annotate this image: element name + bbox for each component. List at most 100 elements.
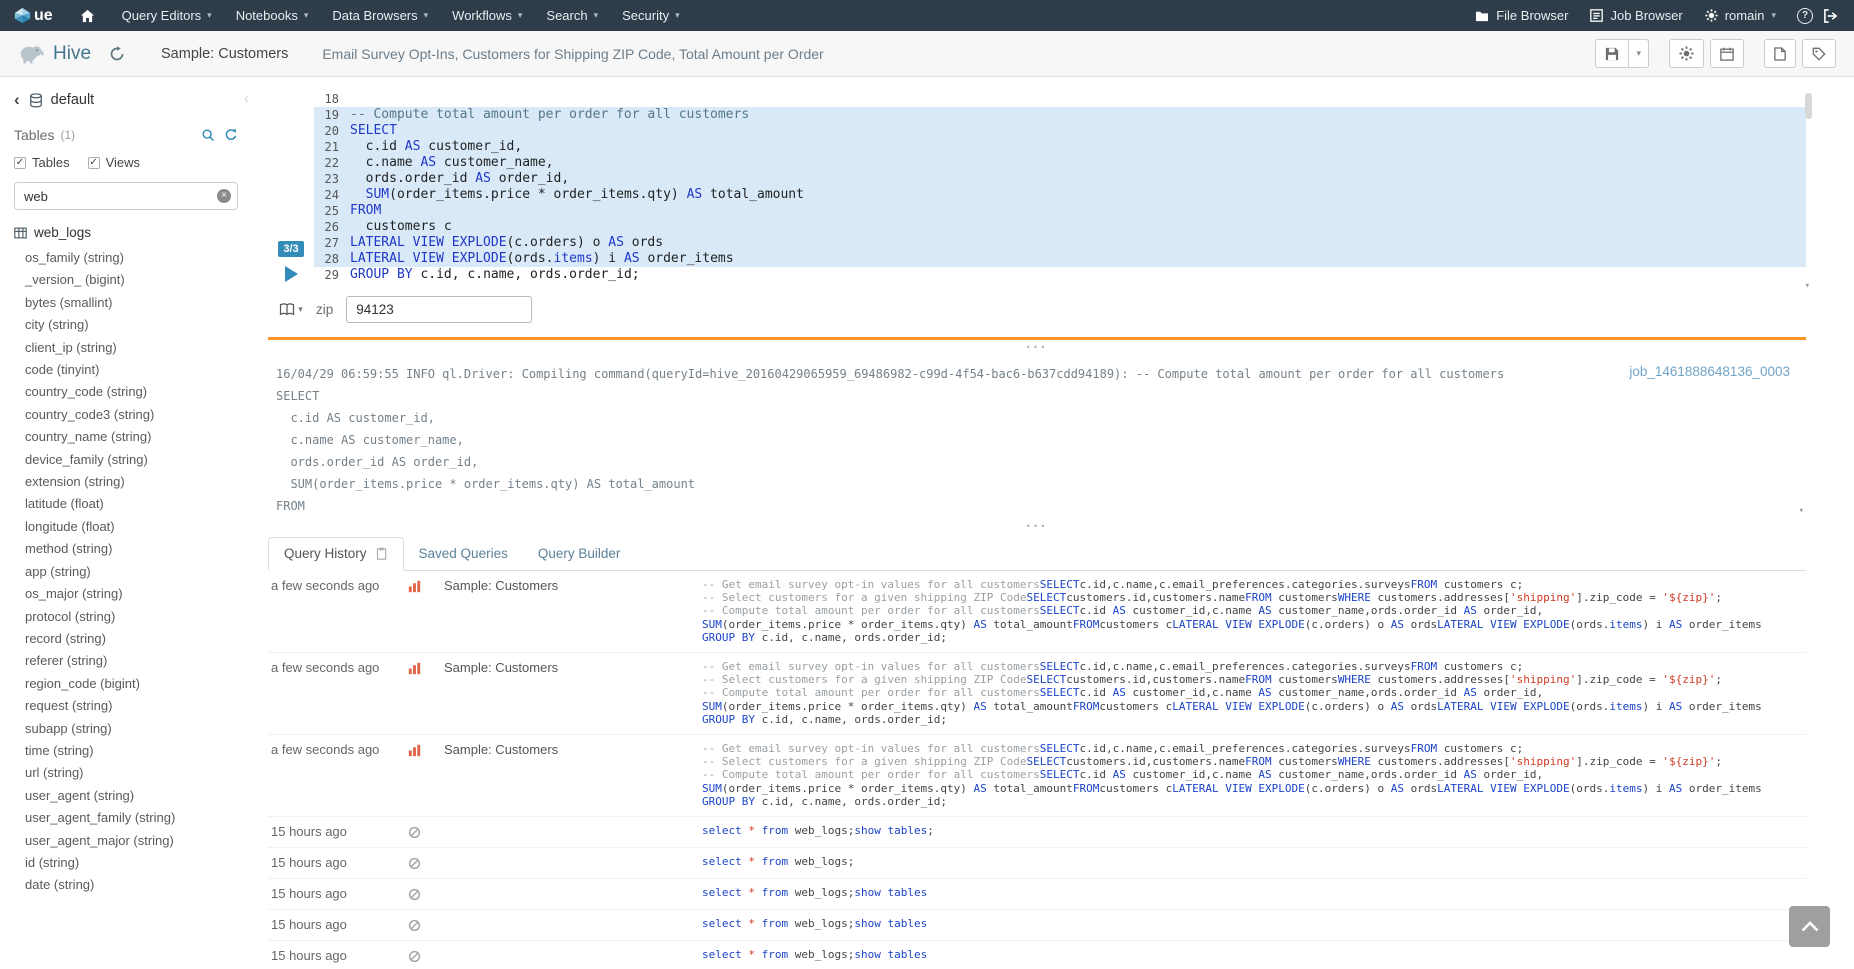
nav-menu-data-browsers[interactable]: Data Browsers▾ [320, 0, 440, 31]
nav-menu-notebooks[interactable]: Notebooks▾ [224, 0, 321, 31]
column-item[interactable]: referer (string) [14, 650, 238, 672]
nav-menu-security[interactable]: Security▾ [610, 0, 692, 31]
new-query-button[interactable] [1764, 39, 1796, 68]
history-row[interactable]: a few seconds agoSample: Customers-- Get… [268, 735, 1806, 817]
nav-menu-query-editors[interactable]: Query Editors▾ [110, 0, 224, 31]
save-button[interactable] [1595, 39, 1629, 68]
editor-line[interactable]: 23 ords.order_id AS order_id, [314, 171, 1806, 187]
column-item[interactable]: region_code (bigint) [14, 673, 238, 695]
column-item[interactable]: city (string) [14, 314, 238, 336]
column-item[interactable]: method (string) [14, 538, 238, 560]
column-item[interactable]: longitude (float) [14, 516, 238, 538]
column-item[interactable]: request (string) [14, 695, 238, 717]
editor-line[interactable]: 26 customers c [314, 219, 1806, 235]
code-editor[interactable]: 1819-- Compute total amount per order fo… [314, 91, 1806, 283]
schedule-button[interactable] [1710, 39, 1744, 68]
history-row[interactable]: a few seconds agoSample: Customers-- Get… [268, 653, 1806, 735]
editor-scroll-down-icon[interactable]: ▾ [1805, 281, 1810, 291]
home-button[interactable] [65, 0, 110, 31]
column-item[interactable]: os_major (string) [14, 583, 238, 605]
search-icon[interactable] [201, 128, 215, 142]
history-row[interactable]: 15 hours agoselect * from web_logs;show … [268, 910, 1806, 941]
checkbox-checked-icon[interactable]: ✓ [88, 157, 100, 169]
editor-line[interactable]: 18 [314, 91, 1806, 107]
tab-saved-queries[interactable]: Saved Queries [404, 537, 523, 571]
log-scroll-down-icon[interactable]: ▾ [1799, 506, 1804, 516]
resize-handle[interactable]: ··· [268, 521, 1806, 532]
column-item[interactable]: app (string) [14, 561, 238, 583]
column-item[interactable]: date (string) [14, 874, 238, 896]
column-item[interactable]: _version_ (bigint) [14, 269, 238, 291]
clear-search-icon[interactable]: × [217, 189, 231, 203]
execute-button[interactable] [285, 266, 298, 282]
column-item[interactable]: user_agent_major (string) [14, 830, 238, 852]
editor-scrollbar[interactable] [1805, 93, 1812, 119]
column-item[interactable]: user_agent (string) [14, 785, 238, 807]
column-item[interactable]: os_family (string) [14, 247, 238, 269]
editor-line[interactable]: 28LATERAL VIEW EXPLODE(ords.items) i AS … [314, 251, 1806, 267]
nav-menu-workflows[interactable]: Workflows▾ [440, 0, 534, 31]
database-name[interactable]: default [51, 92, 95, 108]
user-menu[interactable]: romain ▾ [1694, 0, 1787, 31]
docs-book-icon[interactable] [279, 303, 295, 316]
column-item[interactable]: time (string) [14, 740, 238, 762]
sql-token: customer_id,c.name [1126, 686, 1258, 699]
column-item[interactable]: country_code (string) [14, 381, 238, 403]
table-search-input[interactable] [14, 182, 238, 210]
history-row[interactable]: 15 hours agoselect * from web_logs;show … [268, 817, 1806, 848]
editor-line[interactable]: 24 SUM(order_items.price * order_items.q… [314, 187, 1806, 203]
column-item[interactable]: record (string) [14, 628, 238, 650]
column-item[interactable]: code (tinyint) [14, 359, 238, 381]
logout-button[interactable] [1823, 9, 1838, 23]
editor-line[interactable]: 21 c.id AS customer_id, [314, 139, 1806, 155]
column-item[interactable]: country_code3 (string) [14, 404, 238, 426]
save-dropdown-button[interactable]: ▾ [1629, 39, 1649, 68]
nav-file-browser[interactable]: File Browser [1464, 0, 1579, 31]
checkbox-checked-icon[interactable]: ✓ [14, 157, 26, 169]
tags-button[interactable] [1802, 39, 1836, 68]
editor-line[interactable]: 29GROUP BY c.id, c.name, ords.order_id; [314, 267, 1806, 283]
editor-line[interactable]: 27LATERAL VIEW EXPLODE(c.orders) o AS or… [314, 235, 1806, 251]
nav-job-browser[interactable]: Job Browser [1579, 0, 1693, 31]
filter-views-option[interactable]: ✓ Views [88, 155, 140, 170]
column-item[interactable]: bytes (smallint) [14, 292, 238, 314]
tab-query-history[interactable]: Query History [268, 537, 404, 571]
column-item[interactable]: extension (string) [14, 471, 238, 493]
variable-input[interactable] [346, 296, 532, 323]
history-row[interactable]: 15 hours agoselect * from web_logs; [268, 848, 1806, 879]
tab-query-builder[interactable]: Query Builder [523, 537, 636, 571]
column-item[interactable]: user_agent_family (string) [14, 807, 238, 829]
column-item[interactable]: subapp (string) [14, 718, 238, 740]
filter-tables-option[interactable]: ✓ Tables [14, 155, 70, 170]
history-row[interactable]: a few seconds agoSample: Customers-- Get… [268, 571, 1806, 653]
sql-token: customers.id,customers.name [1066, 673, 1245, 686]
chart-status-icon [408, 742, 444, 808]
column-item[interactable]: url (string) [14, 762, 238, 784]
editor-line[interactable]: 20SELECT [314, 123, 1806, 139]
editor-line[interactable]: 19-- Compute total amount per order for … [314, 107, 1806, 123]
column-item[interactable]: device_family (string) [14, 449, 238, 471]
sidebar-collapse-icon[interactable]: ‹ [244, 90, 249, 107]
chevron-down-icon[interactable]: ▾ [298, 304, 303, 315]
resize-handle[interactable]: ··· [268, 342, 1806, 353]
hue-logo[interactable]: ue [14, 7, 65, 25]
editor-line[interactable]: 25FROM [314, 203, 1806, 219]
help-button[interactable]: ? [1797, 8, 1813, 24]
column-item[interactable]: protocol (string) [14, 606, 238, 628]
refresh-icon[interactable] [224, 128, 238, 142]
scroll-to-top-button[interactable] [1789, 906, 1830, 947]
table-entry[interactable]: web_logs [14, 225, 238, 240]
back-chevron-icon[interactable]: ‹ [14, 90, 20, 110]
history-row[interactable]: 15 hours agoselect * from web_logs;show … [268, 941, 1806, 969]
column-item[interactable]: latitude (float) [14, 493, 238, 515]
nav-menu-search[interactable]: Search▾ [534, 0, 610, 31]
column-item[interactable]: client_ip (string) [14, 337, 238, 359]
editor-line[interactable]: 22 c.name AS customer_name, [314, 155, 1806, 171]
query-history-icon[interactable] [109, 46, 125, 62]
history-row[interactable]: 15 hours agoselect * from web_logs;show … [268, 879, 1806, 910]
column-item[interactable]: id (string) [14, 852, 238, 874]
session-settings-button[interactable] [1669, 39, 1704, 68]
hive-app-link[interactable]: Hive [18, 43, 91, 65]
column-item[interactable]: country_name (string) [14, 426, 238, 448]
job-link[interactable]: job_1461888648136_0003 [1629, 364, 1790, 379]
